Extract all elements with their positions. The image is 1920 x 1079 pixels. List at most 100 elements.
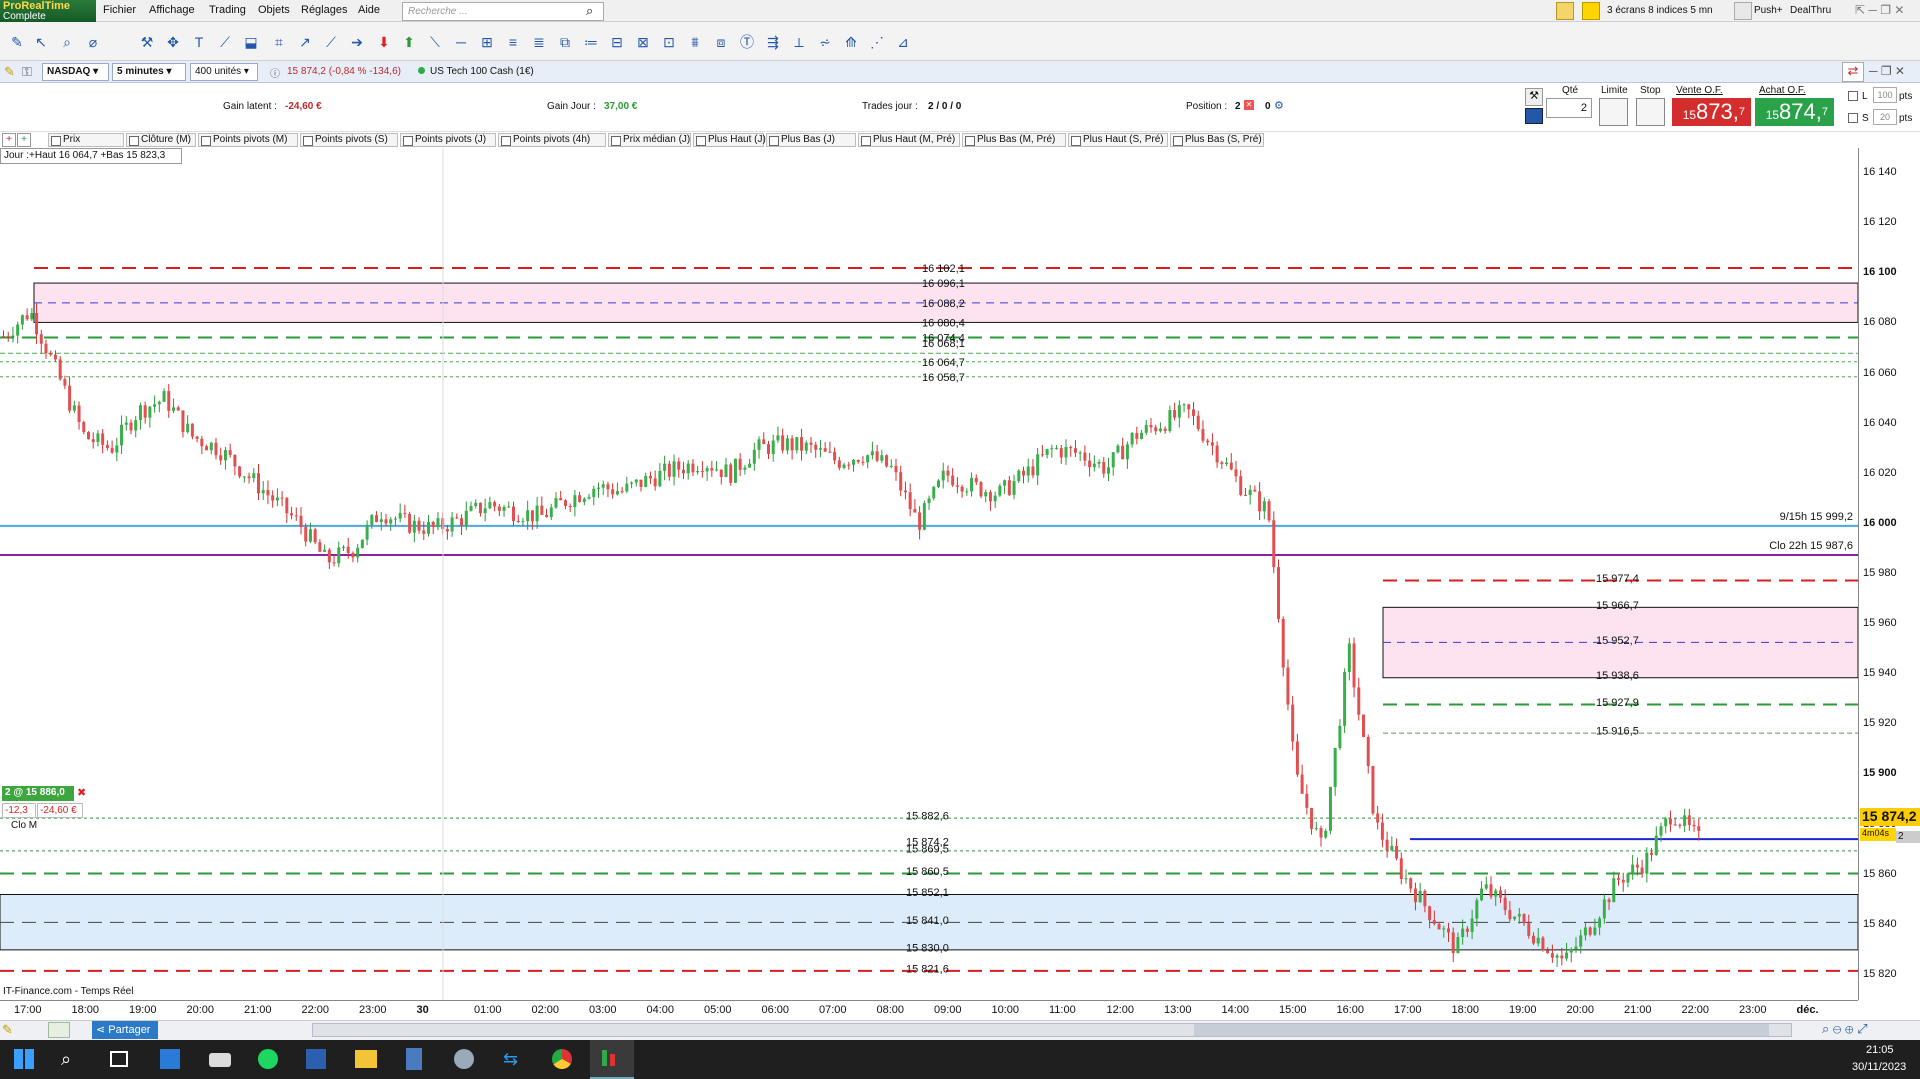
channel-tool-icon[interactable]: ⊞: [478, 33, 496, 51]
limit-checkbox[interactable]: [1848, 91, 1858, 101]
timeframe-select[interactable]: 5 minutes ▾: [112, 63, 186, 81]
word-icon[interactable]: [306, 1049, 326, 1069]
menu-reglages[interactable]: Réglages: [301, 4, 347, 16]
units-select[interactable]: 400 unités ▾: [190, 63, 258, 81]
layout-label[interactable]: 3 écrans 8 indices 5 mn: [1607, 5, 1713, 16]
measure-tool-icon[interactable]: ⌀: [84, 33, 102, 51]
draw-icon[interactable]: ✎: [2, 1022, 13, 1038]
zoom-tool-icon[interactable]: ⌕: [58, 33, 76, 51]
menu-aide[interactable]: Aide: [358, 4, 380, 16]
perp-tool-icon[interactable]: ⟂: [790, 33, 808, 51]
trendline-tool-icon[interactable]: ⟋: [216, 33, 234, 51]
range-tool-icon[interactable]: ⊡: [660, 33, 678, 51]
parallel-tool-icon[interactable]: ⇶: [764, 33, 782, 51]
market-select[interactable]: NASDAQ ▾: [42, 63, 109, 81]
task-view-icon[interactable]: [110, 1051, 128, 1067]
time-axis[interactable]: 17:00 18:00 19:00 20:00 21:00 22:00 23:00 30 01:…: [0, 1000, 1858, 1020]
lines-tool-icon[interactable]: ≡: [504, 33, 522, 51]
windows-start-icon[interactable]: [14, 1049, 34, 1069]
price-chart[interactable]: 16 102,116 096,116 088,216 080,416 074,4…: [0, 148, 1920, 1000]
menu-trading[interactable]: Trading: [209, 4, 246, 16]
extend-tool-icon[interactable]: ⟰: [842, 33, 860, 51]
indicator-tab[interactable]: Plus Haut (M, Pré): [858, 133, 960, 147]
wrench-icon[interactable]: ⚒: [1525, 88, 1543, 106]
rect-tool-icon[interactable]: ⬓: [242, 33, 260, 51]
stop-points-input[interactable]: 20: [1873, 109, 1897, 125]
menu-objets[interactable]: Objets: [258, 4, 290, 16]
stop-checkbox[interactable]: [1848, 113, 1858, 123]
indicator-tab[interactable]: Plus Bas (J): [766, 133, 856, 147]
diag-tool-icon[interactable]: ⟍: [426, 33, 444, 51]
sell-arrow-icon[interactable]: ⬇: [375, 33, 393, 51]
zone-tool-icon[interactable]: ⧈: [712, 33, 730, 51]
restore-icon[interactable]: ⇱ ─ ❐ ✕: [1855, 3, 1904, 17]
box-tool-icon[interactable]: ⊟: [608, 33, 626, 51]
buy-button[interactable]: 15874,7: [1755, 98, 1834, 126]
pitch-tool-icon[interactable]: ⩫: [816, 33, 834, 51]
lock-icon[interactable]: ⚿: [22, 64, 32, 80]
cursor-tool-icon[interactable]: ↖: [32, 33, 50, 51]
add-indicator-icon[interactable]: +: [2, 133, 16, 147]
close-icon[interactable]: ✖: [77, 786, 86, 799]
price-axis[interactable]: 16 140 16 120 16 100 16 080 16 060 16 040 16 0…: [1858, 148, 1920, 1000]
indicator-tab[interactable]: Points pivots (S): [300, 133, 398, 147]
keyboard-icon[interactable]: [1525, 108, 1543, 124]
search-icon[interactable]: ⌕: [586, 3, 593, 19]
info-icon[interactable]: ⓘ: [270, 65, 280, 80]
indicator-tab[interactable]: Plus Bas (M, Pré): [962, 133, 1066, 147]
app-icon[interactable]: [454, 1049, 474, 1069]
qty-input[interactable]: 2: [1546, 98, 1592, 118]
push-label[interactable]: Push+: [1754, 5, 1783, 16]
indicator-tab[interactable]: Plus Haut (J): [693, 133, 766, 147]
sell-button[interactable]: 15873,7: [1672, 98, 1751, 126]
share-button[interactable]: ⋖ Partager: [92, 1021, 158, 1039]
fib-tool-icon[interactable]: ⌗: [270, 33, 288, 51]
indicator-tab[interactable]: Points pivots (4h): [498, 133, 606, 147]
menu-affichage[interactable]: Affichage: [149, 4, 195, 16]
magnet-tool-icon[interactable]: ⚒: [138, 33, 156, 51]
buy-arrow-icon[interactable]: ⬆: [400, 33, 418, 51]
hline-tool-icon[interactable]: ─: [452, 33, 470, 51]
cycle-tool-icon[interactable]: ⋰: [868, 33, 886, 51]
sync-icon[interactable]: ⇄: [1842, 62, 1864, 82]
grid-tool-icon[interactable]: ⊠: [634, 33, 652, 51]
window-controls-icon[interactable]: ─ ❐ ✕: [1869, 64, 1905, 78]
drive-icon[interactable]: [209, 1053, 231, 1067]
position-box[interactable]: 2 @ 15 886,0: [2, 786, 74, 801]
limit-points-input[interactable]: 100: [1873, 87, 1897, 103]
spotify-icon[interactable]: [258, 1049, 278, 1069]
levels-tool-icon[interactable]: ≣: [530, 33, 548, 51]
menu-fichier[interactable]: Fichier: [103, 4, 136, 16]
stop-order-button[interactable]: [1636, 98, 1665, 126]
settings-icon[interactable]: ⚙: [1274, 99, 1284, 112]
wave-tool-icon[interactable]: ⩩: [686, 33, 704, 51]
label-tool-icon[interactable]: Ⓣ: [738, 33, 756, 51]
arrow-tool-icon[interactable]: ↗: [296, 33, 314, 51]
crosshair-tool-icon[interactable]: ✥: [164, 33, 182, 51]
teamviewer-icon[interactable]: ⇆: [503, 1049, 518, 1070]
search-taskbar-icon[interactable]: ⌕: [61, 1049, 71, 1070]
indicator-tab[interactable]: Clôture (M): [126, 133, 196, 147]
alert-icon[interactable]: [1582, 2, 1600, 20]
scroll-thumb[interactable]: [1194, 1024, 1769, 1036]
calculator-icon[interactable]: [406, 1048, 422, 1070]
folder-icon[interactable]: [355, 1050, 377, 1068]
zoom-icons[interactable]: ⌕ ⊖ ⊕ ⤢: [1822, 1021, 1867, 1037]
search-input[interactable]: Recherche ...: [402, 2, 604, 21]
line-tool-icon[interactable]: ⟋: [322, 33, 340, 51]
indicator-tab[interactable]: Prix: [48, 133, 124, 147]
indicator-tab[interactable]: Plus Bas (S, Pré): [1170, 133, 1264, 147]
pencil-icon[interactable]: ✎: [4, 64, 15, 80]
notes-icon[interactable]: [1556, 2, 1574, 20]
indicator-tab[interactable]: Points pivots (J): [400, 133, 496, 147]
dealthru-label[interactable]: DealThru: [1790, 5, 1831, 16]
indicator-tab[interactable]: Plus Haut (S, Pré): [1068, 133, 1168, 147]
triangle-tool-icon[interactable]: ⊿: [894, 33, 912, 51]
fan-tool-icon[interactable]: ≔: [582, 33, 600, 51]
pattern-tool-icon[interactable]: ⧉: [556, 33, 574, 51]
text-tool-icon[interactable]: T: [190, 33, 208, 51]
store-icon[interactable]: [160, 1049, 180, 1069]
indicator-tab[interactable]: Prix médian (J): [608, 133, 691, 147]
right-arrow-icon[interactable]: ➔: [348, 33, 366, 51]
indicator-tab[interactable]: Points pivots (M): [198, 133, 298, 147]
